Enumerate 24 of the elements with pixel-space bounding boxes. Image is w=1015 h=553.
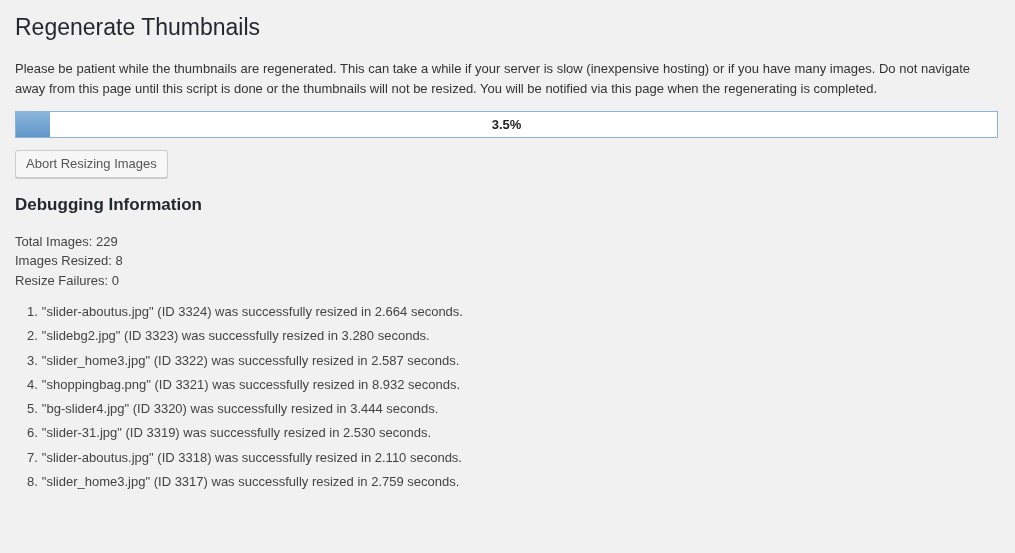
log-entry: "bg-slider4.jpg" (ID 3320) was successfully resized in 3.444 seconds. bbox=[41, 400, 439, 419]
log-entry: "slider_home3.jpg" (ID 3317) was successfully resized in 2.759 seconds. bbox=[41, 473, 460, 492]
list-number: 4. bbox=[27, 375, 38, 394]
stat-text: Resize Failures: 0 bbox=[15, 271, 120, 290]
list-number: 2. bbox=[27, 327, 38, 346]
log-entry: "slider-aboutus.jpg" (ID 3318) was successfully resized in 2.110 seconds. bbox=[41, 448, 462, 467]
progress-percentage: 3.5% bbox=[491, 115, 522, 134]
list-number: 5. bbox=[27, 400, 38, 419]
list-number: 8. bbox=[27, 473, 38, 492]
log-entry: "slider_home3.jpg" (ID 3322) was successfully resized in 2.587 seconds. bbox=[41, 351, 460, 370]
page-title: Regenerate Thumbnails bbox=[15, 13, 261, 41]
list-number: 1. bbox=[27, 303, 38, 321]
stat-text: Images Resized: 8 bbox=[15, 252, 123, 270]
list-number: 6. bbox=[27, 424, 38, 443]
list-number: 7. bbox=[27, 448, 38, 467]
log-entry: "slider-aboutus.jpg" (ID 3324) was successfully resized in 2.664 seconds. bbox=[41, 303, 463, 321]
abort-button[interactable]: Abort Resizing Images bbox=[15, 150, 168, 178]
instructions-paragraph: Please be patient while the thumbnails are regenerated. This can take a while if your server is slow (inexpensive hosting) or if you have many images. Do not navigate away from this page until this script is done or the thumbnails will not be resized. You will be notified via this page when the regenerating is completed. bbox=[15, 60, 972, 98]
log-entry: "shoppingbag.png" (ID 3321) was successfully resized in 8.932 seconds. bbox=[41, 375, 461, 394]
log-entry: "slidebg2.jpg" (ID 3323) was successfully resized in 3.280 seconds. bbox=[41, 327, 430, 346]
stat-text: Total Images: 229 bbox=[15, 232, 118, 251]
section-heading: Debugging Information bbox=[15, 194, 202, 216]
log-entry: "slider-31.jpg" (ID 3319) was successfully resized in 2.530 seconds. bbox=[41, 424, 432, 443]
list-number: 3. bbox=[27, 351, 38, 370]
